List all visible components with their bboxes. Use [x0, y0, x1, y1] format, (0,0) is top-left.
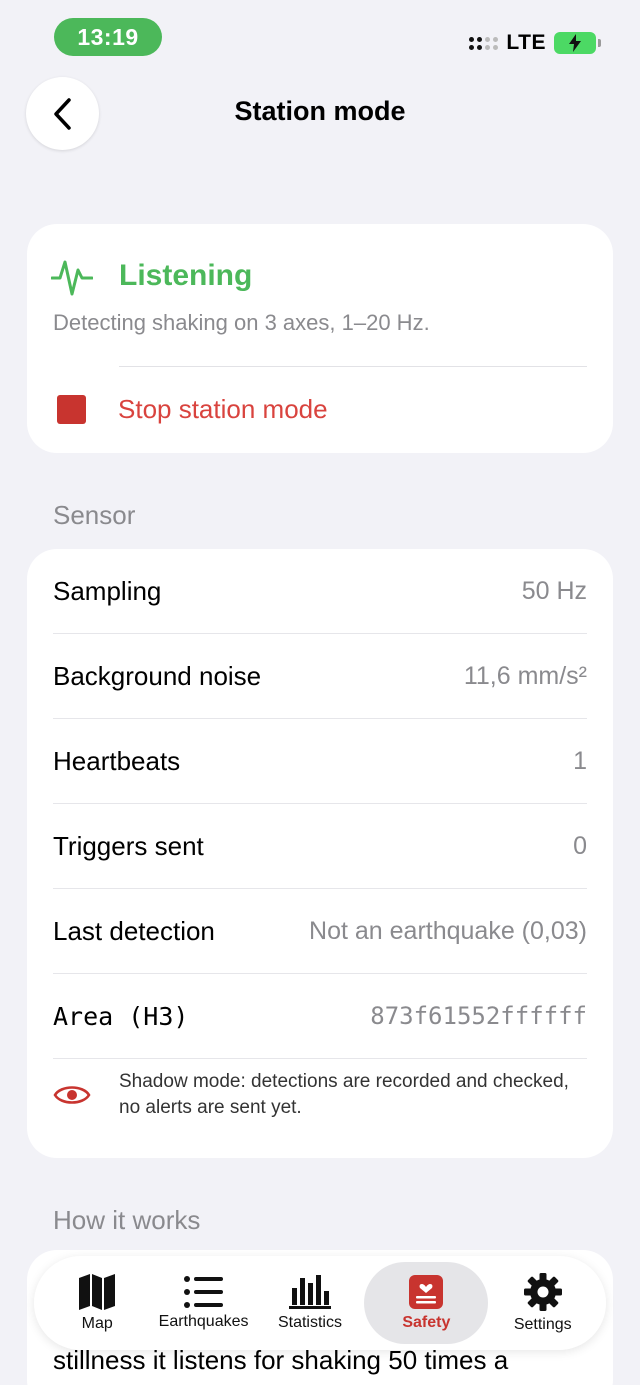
gear-icon: [523, 1273, 562, 1311]
sensor-row-sampling: Sampling 50 Hz: [53, 549, 587, 634]
tab-statistics[interactable]: Statistics: [258, 1262, 362, 1344]
sensor-value: 873f61552ffffff: [370, 1002, 587, 1030]
safety-icon: [409, 1275, 444, 1309]
status-time: 13:19: [54, 18, 162, 56]
tab-settings[interactable]: Settings: [491, 1262, 595, 1344]
tab-earthquakes[interactable]: Earthquakes: [152, 1262, 256, 1344]
sensor-label: Heartbeats: [53, 745, 181, 776]
tab-label: Settings: [513, 1316, 572, 1333]
station-status-card: Listening Detecting shaking on 3 axes, 1…: [27, 224, 613, 453]
how-it-works-title: How it works: [53, 1205, 201, 1235]
tab-label: Statistics: [277, 1314, 342, 1331]
sensor-row-triggers-sent: Triggers sent 0: [53, 804, 587, 889]
tab-bar: Map Earthquakes Statistics Safety Settin…: [34, 1256, 606, 1350]
tab-label: Safety: [402, 1314, 451, 1331]
sensor-value: 11,6 mm/s²: [463, 661, 587, 690]
page-title: Station mode: [234, 96, 406, 126]
tab-map[interactable]: Map: [45, 1262, 149, 1344]
list-icon: [183, 1276, 223, 1308]
listening-status: Listening: [119, 259, 253, 292]
sensor-value: 50 Hz: [521, 576, 587, 605]
sensor-label: Background noise: [53, 660, 262, 691]
sensor-label: Last detection: [53, 915, 215, 946]
stop-station-button[interactable]: Stop station mode: [57, 394, 328, 425]
sensor-row-last-detection: Last detection Not an earthquake (0,03): [53, 889, 587, 974]
shadow-mode-note: Shadow mode: detections are recorded and…: [53, 1069, 587, 1121]
sensor-card: Sampling 50 Hz Background noise 11,6 mm/…: [27, 549, 613, 1158]
tab-label: Earthquakes: [158, 1313, 249, 1330]
sensor-label: Area (H3): [53, 1001, 189, 1031]
stop-icon: [57, 395, 86, 424]
shadow-mode-text: Shadow mode: detections are recorded and…: [119, 1071, 569, 1118]
eye-icon: [53, 1086, 91, 1104]
bar-chart-icon: [288, 1275, 331, 1309]
divider: [119, 366, 587, 367]
sensor-row-heartbeats: Heartbeats 1: [53, 719, 587, 804]
sensor-value: Not an earthquake (0,03): [309, 916, 587, 945]
sensor-row-background-noise: Background noise 11,6 mm/s²: [53, 634, 587, 719]
network-type: LTE: [506, 31, 546, 54]
pulse-icon: [51, 260, 93, 296]
sensor-row-area-h3: Area (H3) 873f61552ffffff: [53, 974, 587, 1059]
sensor-label: Sampling: [53, 575, 162, 606]
battery-icon: [554, 32, 601, 54]
stop-station-label: Stop station mode: [118, 394, 328, 424]
signal-icon: [469, 36, 499, 50]
status-indicators: LTE: [469, 28, 601, 58]
sensor-label: Triggers sent: [53, 830, 204, 861]
tab-label: Map: [81, 1315, 113, 1332]
tab-safety[interactable]: Safety: [364, 1262, 489, 1344]
status-description: Detecting shaking on 3 axes, 1–20 Hz.: [53, 310, 430, 335]
sensor-value: 0: [573, 831, 587, 860]
map-icon: [79, 1274, 116, 1310]
sensor-section-title: Sensor: [53, 500, 136, 530]
sensor-value: 1: [573, 746, 587, 775]
